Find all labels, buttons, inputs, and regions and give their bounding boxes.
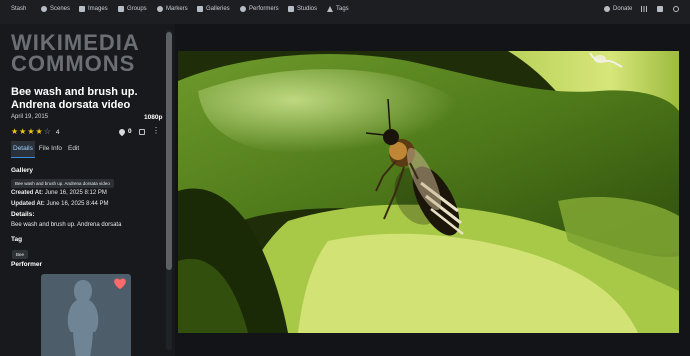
- video-player[interactable]: [178, 51, 679, 333]
- star-icon[interactable]: ★: [11, 128, 18, 136]
- location-marker-icon: [157, 6, 163, 12]
- nav-images[interactable]: Images: [79, 6, 108, 12]
- queue-icon[interactable]: [139, 129, 145, 135]
- gallery-tooltip: Bee wash and brush up. Andrena dorsata v…: [11, 179, 114, 188]
- tab-edit[interactable]: Edit: [66, 141, 81, 158]
- donate-label: Donate: [613, 6, 633, 12]
- brand-link[interactable]: Stash: [11, 6, 26, 12]
- nav-performers[interactable]: Performers: [240, 6, 279, 12]
- star-icon[interactable]: ★: [27, 128, 34, 136]
- grid-button[interactable]: [657, 6, 663, 12]
- panel-scrollbar-thumb[interactable]: [166, 32, 172, 270]
- nav-studios-label: Studios: [297, 6, 318, 12]
- stats-icon: [641, 6, 647, 12]
- user-icon: [240, 6, 246, 12]
- video-camera-icon: [288, 6, 294, 12]
- details-tabs: Details File Info Edit: [11, 141, 81, 158]
- scene-date: April 19, 2015: [11, 114, 49, 120]
- nav-images-label: Images: [88, 6, 108, 12]
- tab-details[interactable]: Details: [11, 141, 35, 158]
- created-at-value: June 16, 2025 8:12 PM: [44, 190, 107, 196]
- nav-scenes[interactable]: Scenes: [41, 6, 70, 12]
- updated-at-row: Updated At: June 16, 2025 8:44 PM: [11, 201, 109, 207]
- details-label: Details:: [11, 211, 35, 218]
- star-icon[interactable]: ★: [19, 128, 26, 136]
- gallery-label: Gallery: [11, 167, 34, 174]
- grid-icon: [657, 6, 663, 12]
- film-icon: [118, 6, 124, 12]
- nav-markers[interactable]: Markers: [157, 6, 188, 12]
- o-counter-value: 0: [128, 128, 132, 135]
- studio-logo[interactable]: WIKIMEDIA COMMONS: [11, 32, 161, 75]
- stats-button[interactable]: [641, 6, 647, 12]
- created-at-row: Created At: June 16, 2025 8:12 PM: [11, 190, 107, 196]
- updated-at-label: Updated At:: [11, 201, 45, 207]
- image-icon: [79, 6, 85, 12]
- rating-stars[interactable]: ★ ★ ★ ★ ☆ 4: [11, 128, 59, 136]
- nav-galleries[interactable]: Galleries: [197, 6, 230, 12]
- performer-silhouette: [67, 280, 99, 356]
- tag-chip-bee[interactable]: Bee: [12, 250, 29, 259]
- brand-label: Stash: [11, 6, 27, 12]
- o-counter-button[interactable]: 0: [117, 127, 132, 136]
- nav-markers-label: Markers: [166, 6, 188, 12]
- settings-icon: [673, 6, 679, 12]
- gallery-icon: [197, 6, 203, 12]
- nav-tags[interactable]: Tags: [327, 6, 349, 12]
- scene-details-panel: WIKIMEDIA COMMONS Bee wash and brush up.…: [0, 24, 175, 356]
- nav-tags-label: Tags: [336, 6, 349, 12]
- tag-icon: [327, 6, 333, 12]
- drop-icon: [117, 127, 127, 136]
- heart-icon: [604, 6, 610, 12]
- star-icon[interactable]: ★: [36, 128, 43, 136]
- resolution-badge: 1080p: [144, 114, 163, 121]
- nav-studios[interactable]: Studios: [288, 6, 317, 12]
- donate-button[interactable]: Donate: [604, 6, 632, 12]
- details-text: Bee wash and brush up. Andrena dorsata: [11, 222, 122, 228]
- updated-at-value: June 16, 2025 8:44 PM: [46, 201, 109, 207]
- nav-galleries-label: Galleries: [206, 6, 230, 12]
- tag-label: Tag: [11, 236, 23, 243]
- nav-groups-label: Groups: [127, 6, 147, 12]
- play-circle-icon: [41, 6, 47, 12]
- star-empty-icon[interactable]: ☆: [44, 128, 51, 136]
- top-navbar: Stash Scenes Images Groups Markers Galle…: [0, 0, 690, 24]
- performer-label: Performer: [11, 261, 43, 268]
- nav-scenes-label: Scenes: [50, 6, 71, 12]
- video-frame: [178, 51, 679, 333]
- rating-value: 4: [55, 128, 60, 136]
- settings-button[interactable]: [673, 6, 679, 12]
- more-options-icon[interactable]: ⋮: [152, 127, 160, 135]
- nav-performers-label: Performers: [249, 6, 279, 12]
- tab-file-info[interactable]: File Info: [37, 141, 64, 158]
- created-at-label: Created At:: [11, 190, 44, 196]
- scene-title: Bee wash and brush up. Andrena dorsata v…: [11, 86, 138, 111]
- nav-groups[interactable]: Groups: [118, 6, 147, 12]
- favorite-heart-icon[interactable]: [113, 277, 127, 291]
